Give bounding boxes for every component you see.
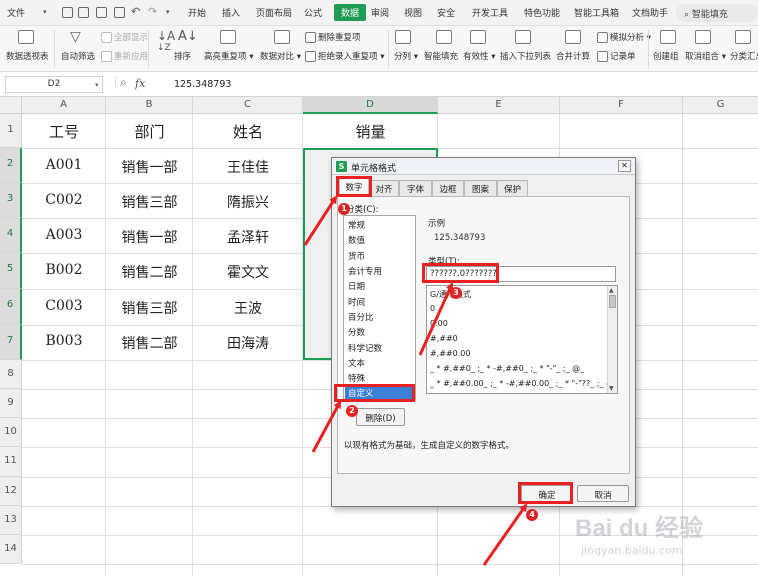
annotation-arrows — [303, 195, 528, 566]
arrow-3 — [418, 282, 454, 356]
arrow-2 — [311, 400, 342, 453]
arrow-4 — [482, 503, 528, 566]
arrow-1 — [303, 195, 338, 246]
step-badge-1: 1 — [338, 203, 350, 215]
spreadsheet-window: 文件 ▾ ↶ ↷ ▾ 开始 插入 页面布局 公式 数据 审阅 视图 安全 开发工… — [0, 0, 758, 576]
baidu-logo: Bai du 经验 — [575, 515, 704, 542]
baidu-watermark: Bai du 经验 jingyan.baidu.com — [575, 508, 725, 568]
step-badge-2: 2 — [346, 405, 358, 417]
watermark-url: jingyan.baidu.com — [581, 544, 683, 557]
step-badge-4: 4 — [526, 509, 538, 521]
step-badge-3: 3 — [450, 287, 462, 299]
